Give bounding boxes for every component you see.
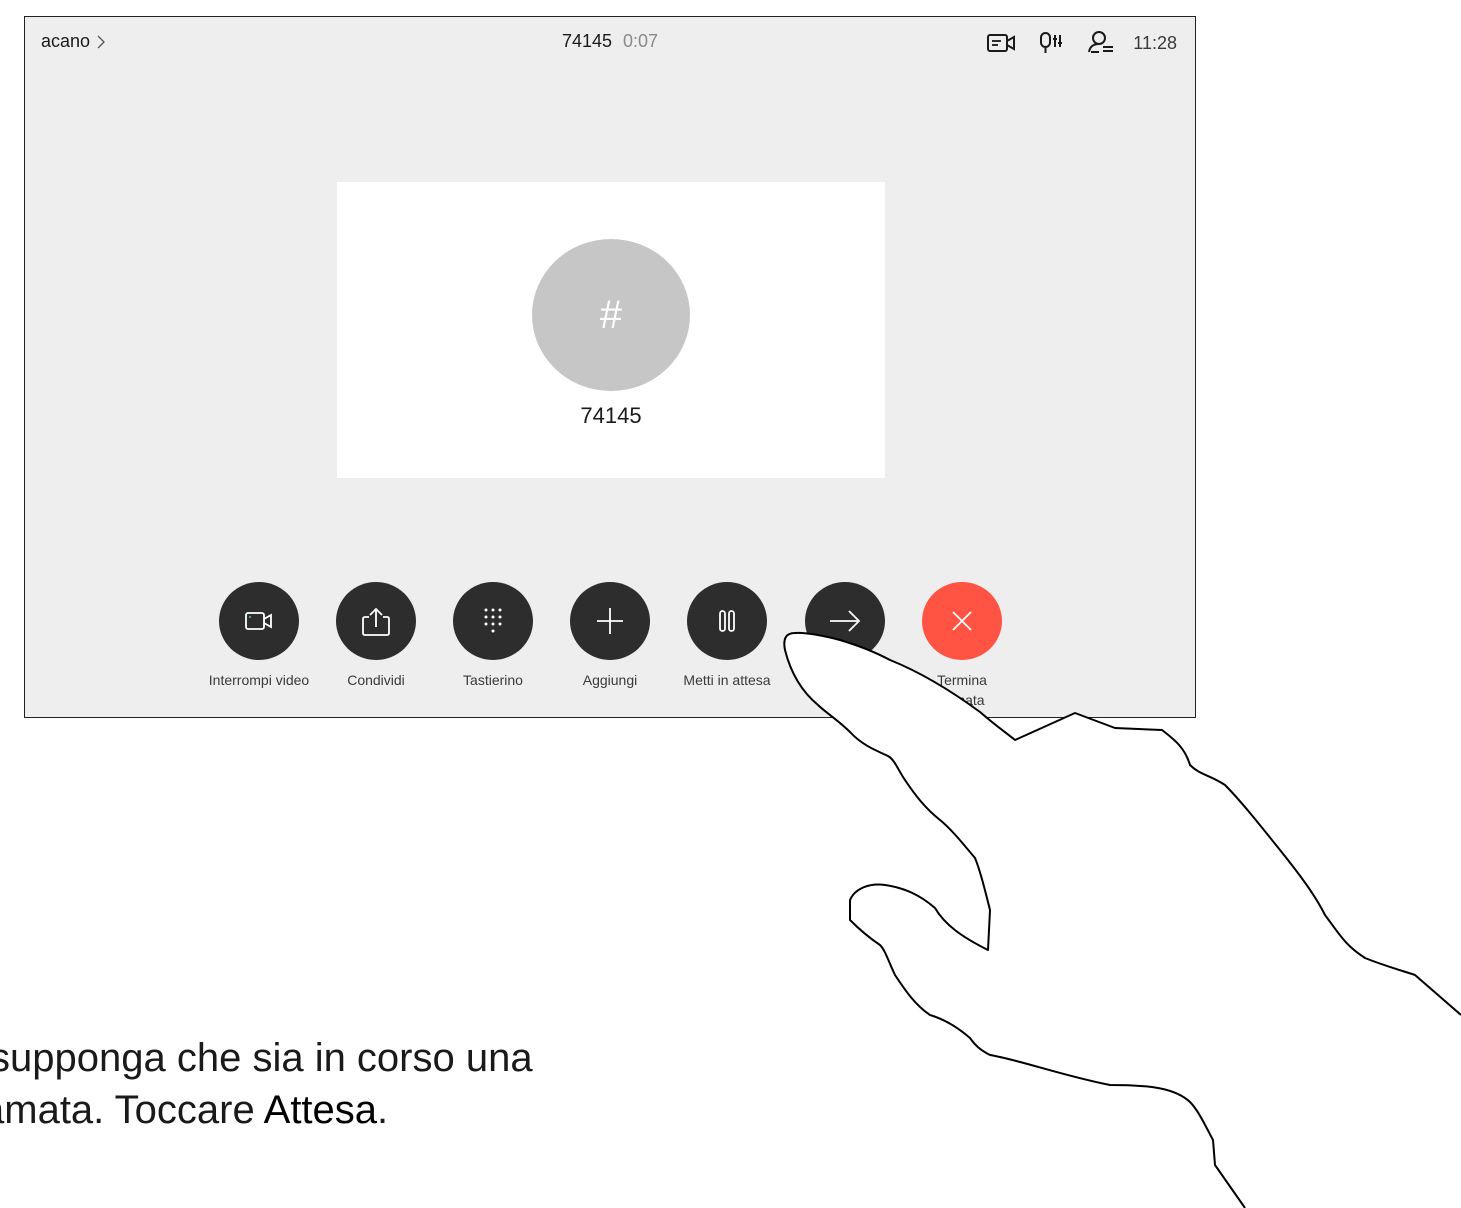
caption-line-2-suffix: . [377,1088,389,1132]
caption-line-1: supponga che sia in corso una [0,1036,533,1080]
caption-line-2: amata. Toccare Attesa. [0,1084,533,1136]
caption-bold-word: Attesa [263,1088,378,1132]
instruction-caption: supponga che sia in corso una amata. Toc… [0,1032,533,1136]
caption-line-2-prefix: amata. Toccare [0,1088,264,1132]
pointing-hand-icon [783,631,1461,1208]
illustration: acano 74145 0:07 11:28 # 74145 Interromp… [0,0,1461,1208]
